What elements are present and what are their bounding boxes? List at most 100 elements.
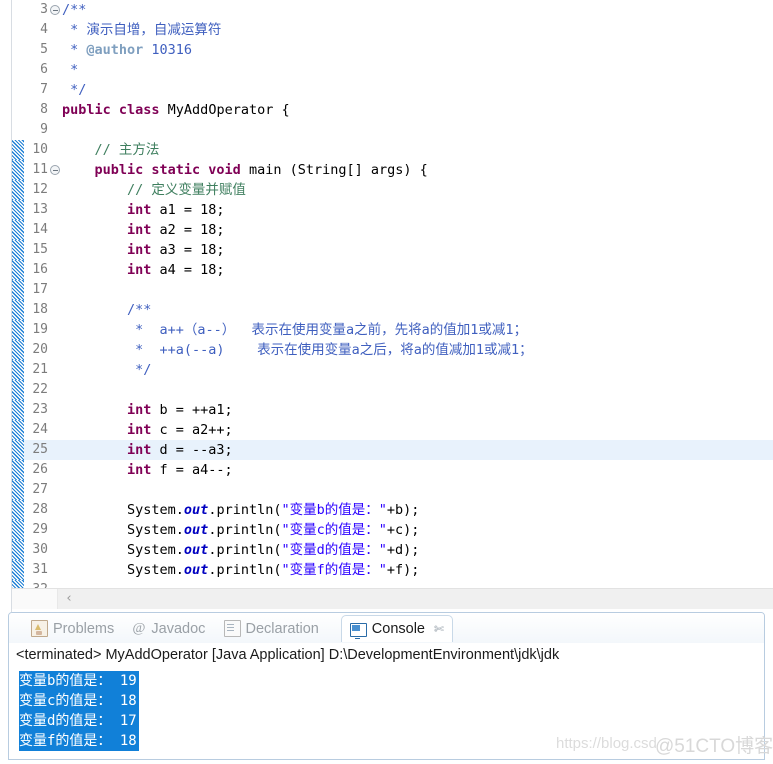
token-kw: int <box>62 222 152 238</box>
token-plain: +b); <box>386 502 420 518</box>
code-line[interactable]: 9 <box>12 120 773 140</box>
code-line[interactable]: 25 int d = --a3; <box>12 440 773 460</box>
token-plain: main (String[] args) { <box>240 162 428 178</box>
line-number: 5 <box>40 42 48 57</box>
token-plain: System. <box>62 502 184 518</box>
code-line[interactable]: 28 System.out.println("变量b的值是："+b); <box>12 500 773 520</box>
line-number: 20 <box>32 342 48 357</box>
view-tab-bar: Problems @ Javadoc Declaration Console ✄ <box>9 613 764 644</box>
change-marker <box>12 320 24 340</box>
fold-collapse-icon[interactable] <box>50 5 60 15</box>
marker-bar-cell <box>12 0 24 20</box>
code-line[interactable]: 27 <box>12 480 773 500</box>
window-bottom-edge <box>0 760 773 764</box>
change-marker <box>12 580 24 588</box>
problems-icon <box>31 620 48 637</box>
token-kw: int <box>62 462 152 478</box>
code-line[interactable]: 13 int a1 = 18; <box>12 200 773 220</box>
token-plain: a2 = 18; <box>151 222 225 238</box>
code-line[interactable]: 26 int f = a4--; <box>12 460 773 480</box>
code-line[interactable]: 29 System.out.println("变量c的值是："+c); <box>12 520 773 540</box>
token-cmt: // 定义变量并赋值 <box>62 182 246 198</box>
line-number: 9 <box>40 122 48 137</box>
token-jdoc: 10316 <box>143 42 193 58</box>
token-plain: d = --a3; <box>151 442 233 458</box>
code-line[interactable]: 4 * 演示自增，自减运算符 <box>12 20 773 40</box>
change-marker <box>12 560 24 580</box>
code-line[interactable]: 7 */ <box>12 80 773 100</box>
line-number: 15 <box>32 242 48 257</box>
line-number: 8 <box>40 102 48 117</box>
token-str: " <box>378 502 387 518</box>
scroll-left-arrow-icon[interactable]: ‹ <box>58 589 80 609</box>
token-plain: System. <box>62 542 184 558</box>
tab-javadoc[interactable]: @ Javadoc <box>123 615 213 642</box>
code-line[interactable]: 32 <box>12 580 773 588</box>
fold-collapse-icon[interactable] <box>50 165 60 175</box>
line-number: 17 <box>32 282 48 297</box>
close-icon[interactable]: ✄ <box>434 622 444 636</box>
change-marker <box>12 400 24 420</box>
line-number: 7 <box>40 82 48 97</box>
token-str: "变量c的值是： <box>281 522 379 538</box>
change-marker <box>12 160 24 180</box>
code-line[interactable]: 10 // 主方法 <box>12 140 773 160</box>
token-plain: f = a4--; <box>151 462 233 478</box>
change-marker <box>12 300 24 320</box>
line-number: 31 <box>32 562 48 577</box>
code-line[interactable]: 5 * @author 10316 <box>12 40 773 60</box>
editor-left-frame <box>0 0 12 612</box>
code-line[interactable]: 19 * a++（a--） 表示在使用变量a之前，先将a的值加1或减1； <box>12 320 773 340</box>
code-line[interactable]: 23 int b = ++a1; <box>12 400 773 420</box>
code-line[interactable]: 6 * <box>12 60 773 80</box>
code-line[interactable]: 31 System.out.println("变量f的值是："+f); <box>12 560 773 580</box>
change-marker <box>12 240 24 260</box>
code-text: /** <box>62 0 86 20</box>
code-text: int a2 = 18; <box>62 220 225 240</box>
code-text: */ <box>62 360 151 380</box>
token-str: " <box>378 562 387 578</box>
javadoc-icon: @ <box>132 621 146 636</box>
token-plain: b = ++a1; <box>151 402 233 418</box>
token-str: "变量b的值是： <box>281 502 379 518</box>
code-line[interactable]: 12 // 定义变量并赋值 <box>12 180 773 200</box>
code-line[interactable]: 11 public static void main (String[] arg… <box>12 160 773 180</box>
token-kw: int <box>62 242 152 258</box>
code-line-list: 3/** 4 * 演示自增，自减运算符 5 * @author 10316 6 * 7 … <box>12 0 773 588</box>
code-line[interactable]: 14 int a2 = 18; <box>12 220 773 240</box>
code-line[interactable]: 24 int c = a2++; <box>12 420 773 440</box>
token-kw: int <box>62 422 152 438</box>
token-field: out <box>183 522 209 538</box>
code-line[interactable]: 15 int a3 = 18; <box>12 240 773 260</box>
line-number: 18 <box>32 302 48 317</box>
code-editor[interactable]: 3/** 4 * 演示自增，自减运算符 5 * @author 10316 6 * 7 … <box>0 0 773 612</box>
code-text: int a1 = 18; <box>62 200 225 220</box>
tab-console[interactable]: Console ✄ <box>340 615 454 642</box>
code-line[interactable]: 22 <box>12 380 773 400</box>
editor-horizontal-scrollbar[interactable]: ‹ <box>12 588 773 609</box>
editor-text-viewport[interactable]: 3/** 4 * 演示自增，自减运算符 5 * @author 10316 6 * 7 … <box>12 0 773 588</box>
code-line[interactable]: 18 /** <box>12 300 773 320</box>
console-icon <box>349 622 367 639</box>
token-jdoc: /** <box>62 2 87 18</box>
tab-problems[interactable]: Problems <box>23 615 122 642</box>
token-jdoc: * ++a(--a) 表示在使用变量a之后，将a的值减加1或减1； <box>62 342 533 358</box>
code-line[interactable]: 20 * ++a(--a) 表示在使用变量a之后，将a的值减加1或减1； <box>12 340 773 360</box>
token-plain: +f); <box>386 562 420 578</box>
code-line[interactable]: 3 /** <box>12 0 773 20</box>
code-line[interactable]: 8 public class MyAddOperator { <box>12 100 773 120</box>
change-marker <box>12 440 24 460</box>
code-line[interactable]: 30 System.out.println("变量d的值是："+d); <box>12 540 773 560</box>
console-output-line: 变量d的值是： 17 <box>19 711 139 731</box>
token-jdoc: */ <box>62 82 87 98</box>
line-number: 12 <box>32 182 48 197</box>
change-marker <box>12 500 24 520</box>
bottom-view-panel: Problems @ Javadoc Declaration Console ✄ <ter… <box>8 612 765 760</box>
tab-declaration[interactable]: Declaration <box>216 615 327 642</box>
console-view[interactable]: <terminated> MyAddOperator [Java Applica… <box>9 643 764 759</box>
token-plain: MyAddOperator { <box>159 102 290 118</box>
code-line[interactable]: 21 */ <box>12 360 773 380</box>
code-line[interactable]: 16 int a4 = 18; <box>12 260 773 280</box>
code-line[interactable]: 17 <box>12 280 773 300</box>
console-output-text[interactable]: 变量b的值是： 19 变量c的值是： 18 变量d的值是： 17 变量f的值是： 18 <box>19 671 139 751</box>
